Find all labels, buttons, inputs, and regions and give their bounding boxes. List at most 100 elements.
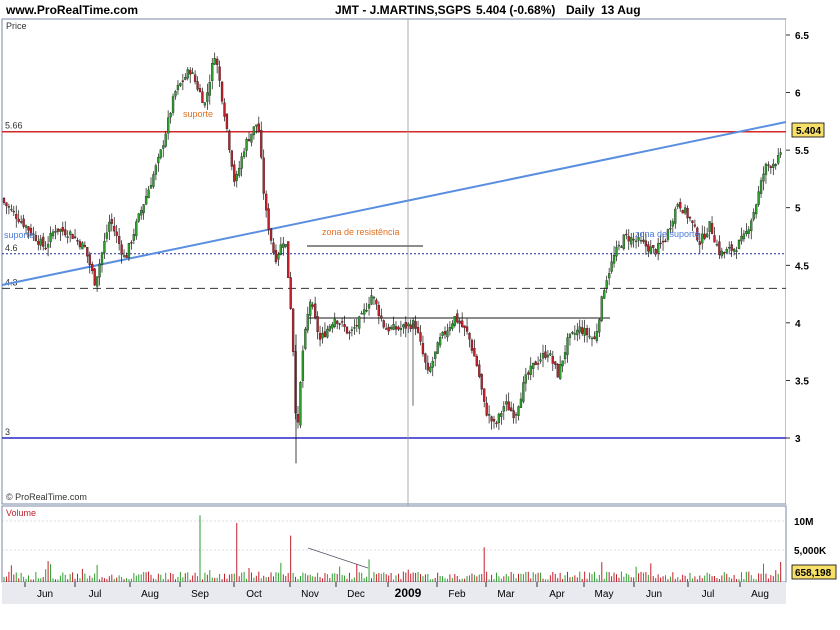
candle-body <box>706 233 709 238</box>
candle-body <box>159 149 162 158</box>
candle-body <box>478 364 481 377</box>
candle-body <box>127 243 131 258</box>
price-tick-label: 6 <box>795 89 801 100</box>
price-tick-label: 3.5 <box>795 376 809 387</box>
candle-body <box>649 246 652 254</box>
candle-body <box>64 229 67 236</box>
candle-body <box>223 102 226 117</box>
candle-body <box>149 185 153 189</box>
candle-body <box>683 207 687 214</box>
candle-body <box>162 145 165 149</box>
candle-body <box>434 351 437 359</box>
candle-body <box>603 290 606 299</box>
x-tick-label: Mar <box>497 589 515 600</box>
candle-body <box>600 296 603 321</box>
candle-body <box>19 221 23 223</box>
candle-body <box>767 164 770 166</box>
candle-body <box>130 242 133 244</box>
candle-body <box>456 313 459 323</box>
candle-body <box>419 332 422 342</box>
candle-body <box>720 250 723 257</box>
candle-body <box>137 213 140 222</box>
x-tick-label: Feb <box>448 589 466 600</box>
candle-body <box>362 309 366 315</box>
x-tick-label: Apr <box>549 589 565 600</box>
price-tick-label: 5 <box>795 204 801 215</box>
candle-body <box>652 245 655 248</box>
x-tick-label: Jul <box>89 589 102 600</box>
candle-body <box>257 123 260 133</box>
candle-body <box>610 261 613 272</box>
candle-body <box>505 401 508 405</box>
candle-body <box>460 320 464 327</box>
candle-body <box>527 372 530 375</box>
candle-body <box>536 363 540 365</box>
candle-body <box>446 330 449 338</box>
candle-body <box>201 91 204 103</box>
site-url[interactable]: www.ProRealTime.com <box>5 3 138 17</box>
candle-body <box>549 353 552 356</box>
candle-body <box>358 316 361 329</box>
candle-body <box>213 58 216 65</box>
candle-body <box>22 218 25 227</box>
candle-body <box>718 241 721 256</box>
candle-body <box>91 263 94 272</box>
candle-body <box>492 419 496 422</box>
candle-body <box>228 130 231 151</box>
candle-body <box>88 254 91 266</box>
candle-body <box>142 204 145 214</box>
candle-body <box>612 254 616 264</box>
candle-body <box>235 173 238 181</box>
candle-body <box>181 80 185 82</box>
candle-body <box>485 402 488 416</box>
candle-body <box>639 240 643 242</box>
candle-body <box>688 216 692 219</box>
candle-body <box>757 191 760 205</box>
x-tick-label: May <box>595 589 614 600</box>
price-tick-label: 5.5 <box>795 146 809 157</box>
candle-body <box>605 280 608 289</box>
candle-body <box>331 324 334 329</box>
candle-body <box>238 167 241 176</box>
x-tick-label: Jun <box>37 589 53 600</box>
candle-body <box>370 295 373 305</box>
candle-body <box>10 208 13 211</box>
candle-body <box>108 221 111 232</box>
level-label: 5.66 <box>5 121 23 131</box>
candle-body <box>277 253 280 260</box>
candle-body <box>203 102 207 106</box>
candle-body <box>529 365 532 375</box>
annotation-support-zone: zona de suporte <box>635 229 700 239</box>
candle-body <box>380 315 383 319</box>
candle-body <box>559 364 562 379</box>
x-tick-label: 2009 <box>395 586 422 600</box>
candle-body <box>333 318 336 327</box>
candle-body <box>436 342 439 354</box>
candle-body <box>51 231 55 237</box>
candle-body <box>725 249 728 253</box>
candle-body <box>189 70 192 75</box>
candle-body <box>487 413 491 416</box>
candle-body <box>573 333 576 335</box>
candle-body <box>176 84 180 91</box>
candle-body <box>517 406 520 416</box>
candle-body <box>777 155 780 164</box>
price-tick-label: 4.5 <box>795 261 809 272</box>
candle-body <box>304 328 307 349</box>
candle-body <box>674 208 677 224</box>
candle-body <box>779 152 782 155</box>
candle-body <box>693 224 697 227</box>
candle-body <box>654 249 657 255</box>
candle-body <box>350 329 354 331</box>
candle-body <box>318 332 322 340</box>
candle-body <box>61 226 64 232</box>
candle-body <box>135 221 138 237</box>
candle-body <box>421 343 425 355</box>
candle-body <box>541 353 545 359</box>
candle-body <box>12 210 15 213</box>
x-tick-label: Aug <box>751 589 769 600</box>
candle-body <box>375 299 378 305</box>
candle-body <box>556 363 559 378</box>
candle-body <box>752 212 755 220</box>
candle-body <box>83 244 86 247</box>
